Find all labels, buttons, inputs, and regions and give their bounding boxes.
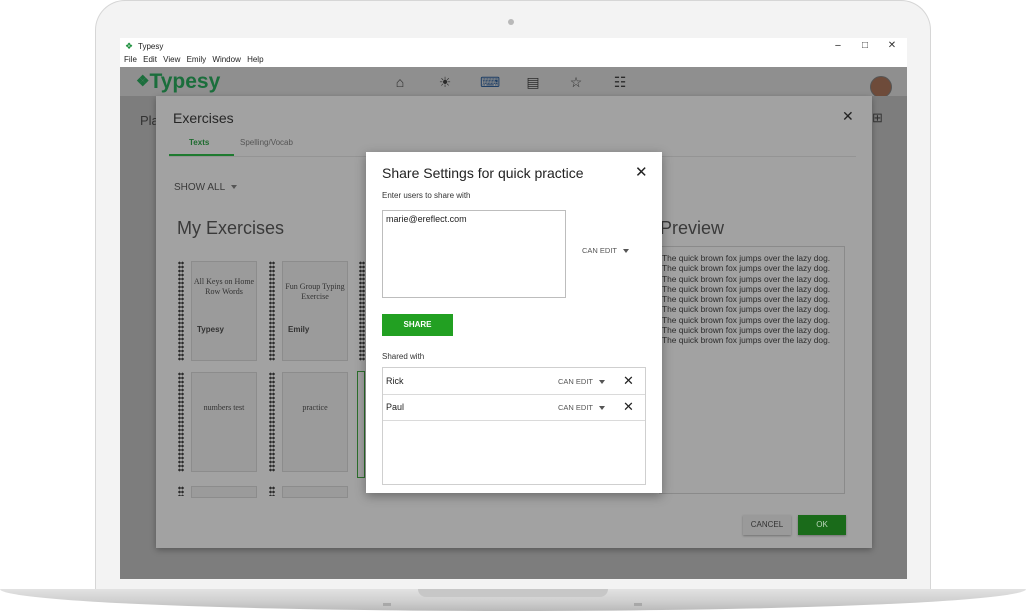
add-icon[interactable]: ⊞ (872, 110, 883, 126)
spiral-binding (178, 486, 184, 496)
shared-users-list: Rick CAN EDIT ✕ Paul CAN EDIT ✕ (382, 367, 646, 485)
tab-texts[interactable]: Texts (189, 138, 209, 147)
user-permission-label: CAN EDIT (558, 377, 594, 386)
spiral-binding (359, 261, 365, 361)
shared-user-row: Rick CAN EDIT ✕ (383, 368, 645, 395)
app-window: ❖ Typesy − □ ✕ File Edit View Emily Wind… (120, 38, 907, 579)
show-all-label: SHOW ALL (174, 182, 226, 193)
menu-edit[interactable]: Edit (143, 55, 157, 64)
chart-icon[interactable]: ▤ (524, 73, 542, 91)
menu-view[interactable]: View (163, 55, 180, 64)
tab-spelling-vocab[interactable]: Spelling/Vocab (240, 138, 293, 147)
exercise-card[interactable] (191, 486, 257, 498)
logo-leaf-icon: ❖ (136, 73, 150, 90)
section-title: My Exercises (177, 218, 285, 238)
camera-dot (508, 19, 514, 25)
title-bar: ❖ Typesy − □ ✕ (120, 38, 907, 55)
panel-close-icon[interactable]: ✕ (842, 108, 854, 125)
preview-text: The quick brown fox jumps over the lazy … (662, 253, 831, 346)
card-author: Emily (288, 325, 310, 334)
laptop-notch (418, 589, 608, 597)
cancel-button[interactable]: CANCEL (743, 515, 791, 535)
close-window-button[interactable]: ✕ (886, 40, 898, 52)
permission-dropdown[interactable]: CAN EDIT (582, 246, 630, 255)
window-title: Typesy (138, 42, 164, 51)
spiral-binding (178, 372, 184, 472)
card-author: Typesy (197, 325, 224, 334)
spiral-binding (269, 486, 275, 496)
permission-label: CAN EDIT (582, 246, 618, 255)
spiral-binding (269, 372, 275, 472)
maximize-button[interactable]: □ (859, 40, 871, 52)
panel-title: Exercises (173, 110, 234, 126)
remove-user-icon[interactable]: ✕ (623, 399, 634, 415)
star-icon[interactable]: ☆ (567, 73, 585, 91)
menu-help[interactable]: Help (247, 55, 263, 64)
card-title: Fun Group Typing Exercise (285, 282, 345, 301)
logo-text: Typesy (149, 70, 221, 93)
shared-user-row: Paul CAN EDIT ✕ (383, 394, 645, 421)
user-permission-dropdown[interactable]: CAN EDIT (558, 403, 606, 412)
keyboard-icon[interactable]: ⌨ (480, 73, 500, 91)
minimize-button[interactable]: − (832, 40, 844, 52)
user-permission-label: CAN EDIT (558, 403, 594, 412)
user-name: Paul (386, 402, 405, 412)
menu-emily[interactable]: Emily (187, 55, 207, 64)
spiral-binding (178, 261, 184, 361)
typesy-logo: ❖Typesy (136, 70, 220, 94)
menu-bar: File Edit View Emily Window Help (120, 55, 907, 67)
menu-file[interactable]: File (124, 55, 137, 64)
exercise-card[interactable] (282, 486, 348, 498)
show-all-dropdown[interactable]: SHOW ALL (174, 182, 238, 193)
user-avatar[interactable] (870, 76, 892, 98)
chevron-down-icon (599, 380, 606, 385)
home-icon[interactable]: ⌂ (391, 73, 409, 91)
shared-with-label: Shared with (382, 352, 425, 361)
selected-card-edge[interactable] (357, 371, 365, 478)
remove-user-icon[interactable]: ✕ (623, 373, 634, 389)
laptop-foot (383, 603, 391, 606)
laptop-foot (634, 603, 642, 606)
chevron-down-icon (231, 185, 238, 190)
clipboard-icon[interactable]: ☷ (611, 73, 629, 91)
lightbulb-icon[interactable]: ☀ (436, 73, 454, 91)
user-permission-dropdown[interactable]: CAN EDIT (558, 377, 606, 386)
chevron-down-icon (599, 406, 606, 411)
app-header: ❖Typesy ⌂ ☀ ⌨ ▤ ☆ ☷ (120, 67, 907, 98)
chevron-down-icon (623, 249, 630, 254)
enter-users-label: Enter users to share with (382, 191, 471, 200)
dialog-close-icon[interactable]: ✕ (635, 163, 648, 181)
email-input[interactable]: marie@ereflect.com (382, 210, 566, 298)
user-name: Rick (386, 376, 404, 386)
card-title: All Keys on Home Row Words (193, 277, 255, 296)
spiral-binding (269, 261, 275, 361)
menu-window[interactable]: Window (212, 55, 240, 64)
share-settings-dialog: Share Settings for quick practice ✕ Ente… (366, 152, 662, 493)
ok-button[interactable]: OK (798, 515, 846, 535)
app-logo-icon: ❖ (125, 41, 134, 51)
card-title: numbers test (203, 403, 245, 412)
card-title: practice (302, 403, 328, 412)
dialog-title: Share Settings for quick practice (382, 165, 584, 181)
share-button[interactable]: SHARE (382, 314, 453, 336)
preview-title: Preview (660, 218, 725, 238)
